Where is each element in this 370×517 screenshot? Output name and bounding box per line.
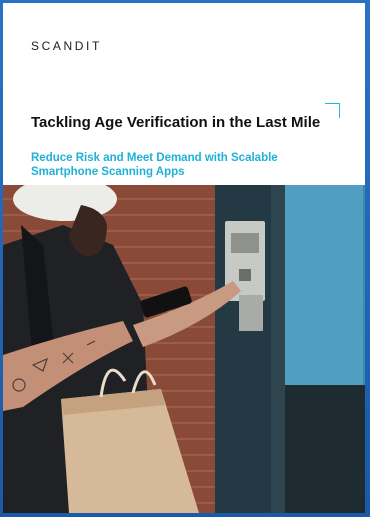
delivery-photo-illustration: [3, 185, 365, 513]
scandit-logo: SCANDIT: [31, 39, 102, 53]
document-subtitle: Reduce Risk and Meet Demand with Scalabl…: [31, 152, 278, 178]
document-cover: SCANDIT Tackling Age Verification in the…: [3, 3, 365, 513]
delivery-person-photo: [3, 185, 365, 513]
document-title: Tackling Age Verification in the Last Mi…: [31, 114, 321, 131]
